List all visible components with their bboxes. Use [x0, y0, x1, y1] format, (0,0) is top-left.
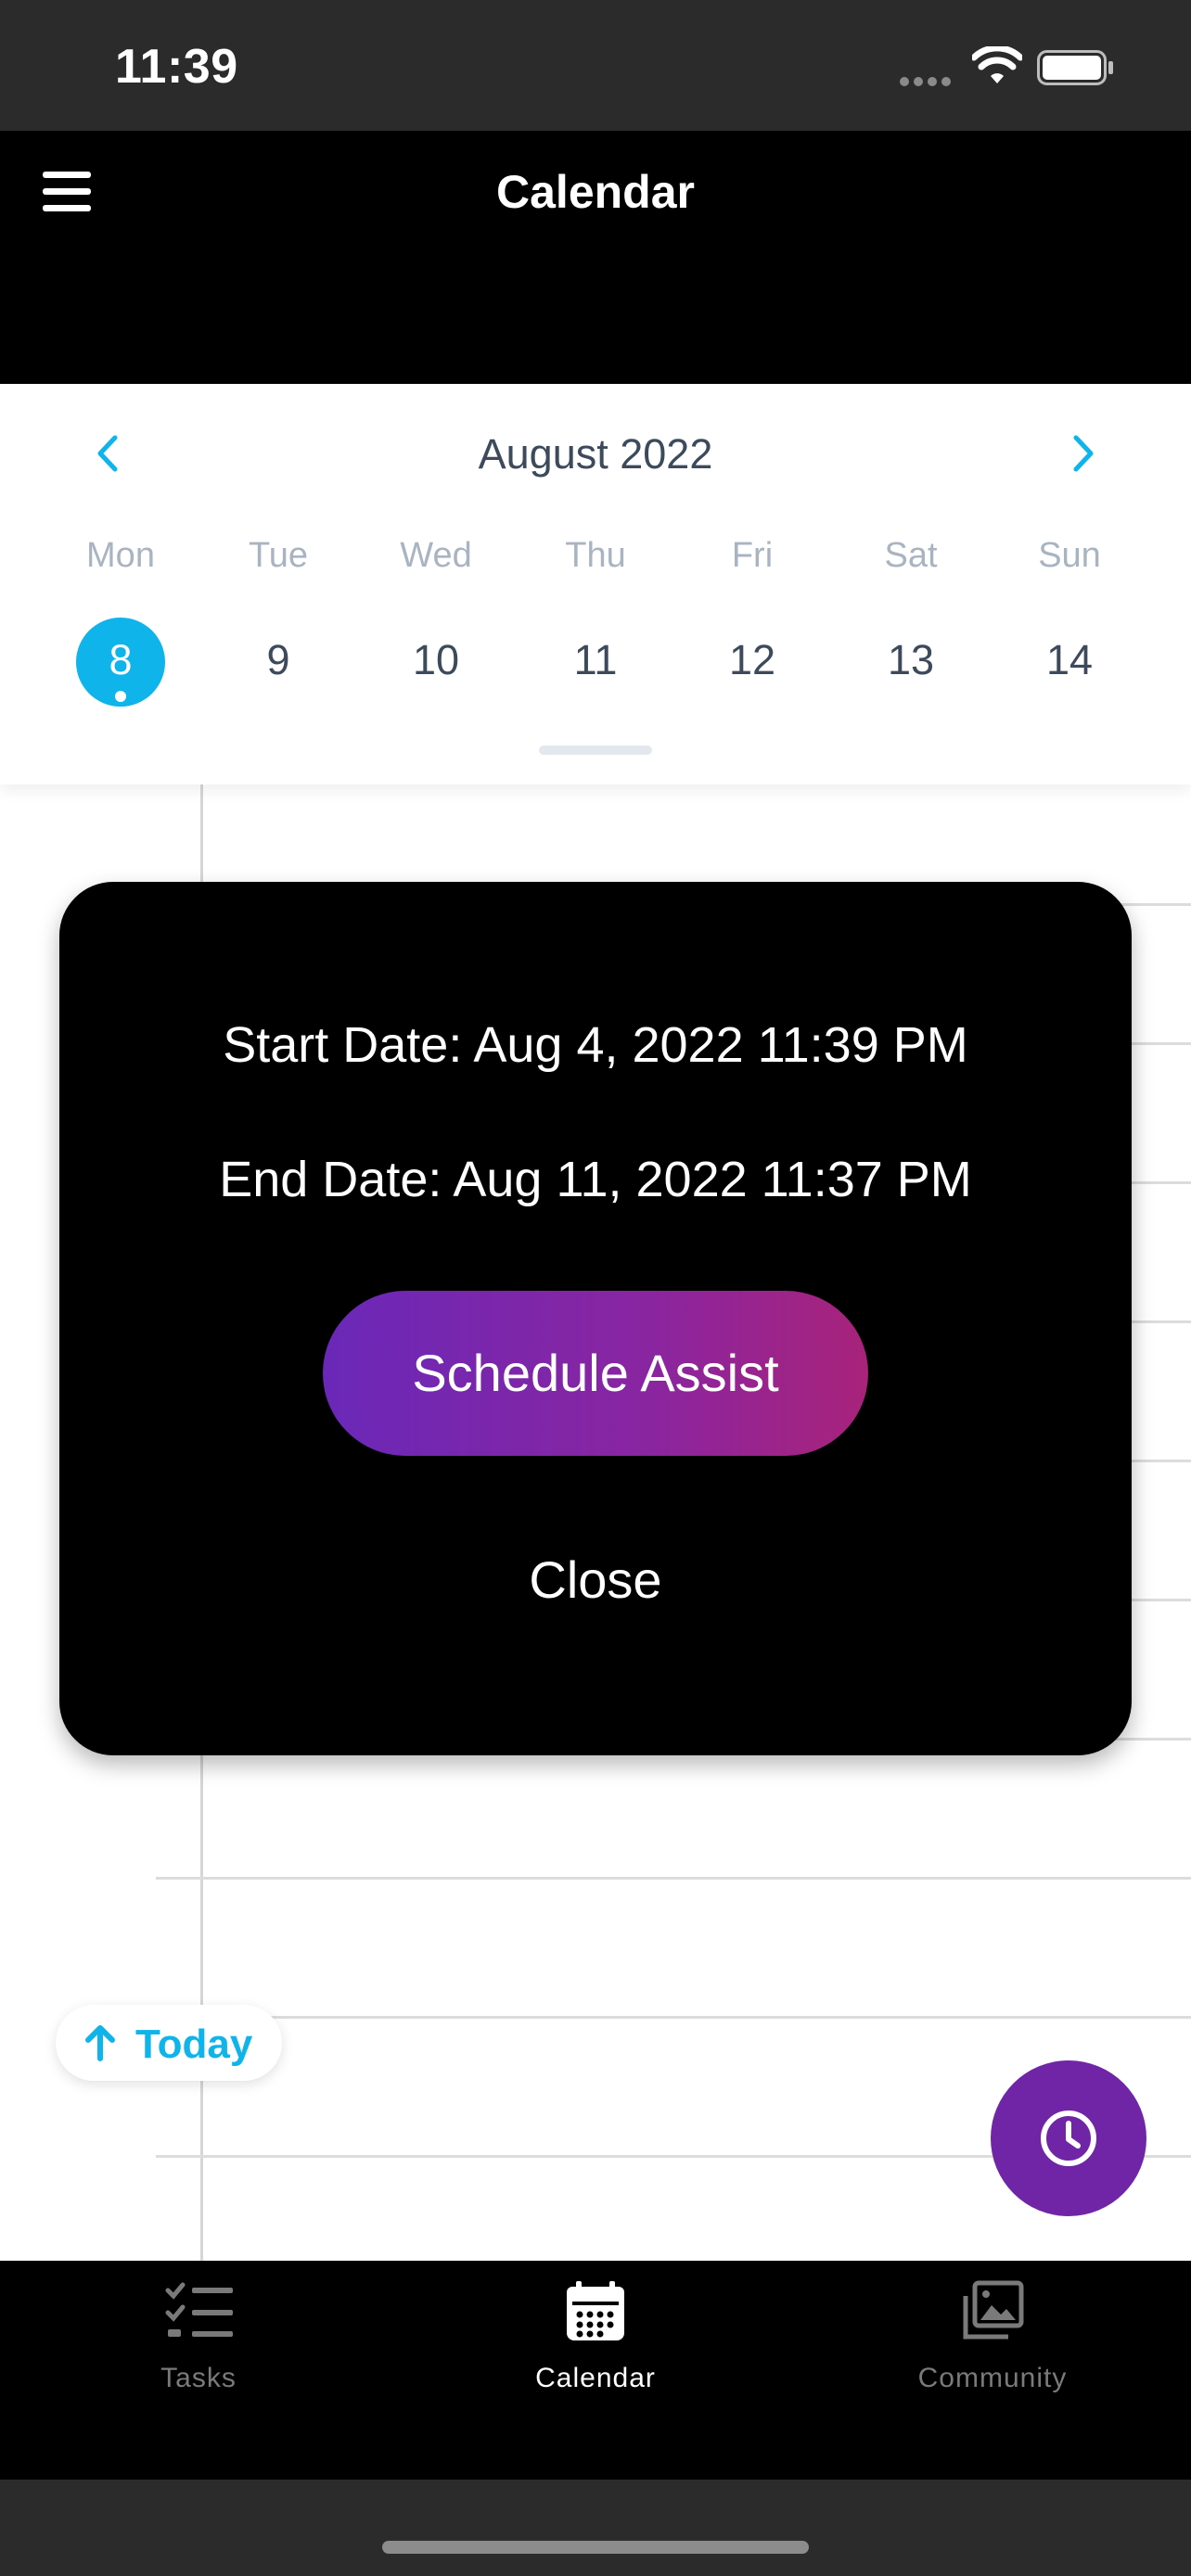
day-12[interactable]: 12 — [673, 634, 831, 686]
home-indicator-area — [0, 2480, 1191, 2576]
weekday-label: Tue — [248, 536, 309, 575]
month-label: August 2022 — [478, 430, 713, 478]
battery-icon — [1037, 50, 1113, 85]
start-date-text: Start Date: Aug 4, 2022 11:39 PM — [223, 1017, 968, 1073]
tab-bar: Tasks Calendar Community — [0, 2261, 1191, 2480]
tab-community[interactable]: Community — [853, 2261, 1132, 2446]
tab-label: Tasks — [160, 2363, 237, 2393]
signal-icon — [900, 74, 959, 86]
weekday-label: Wed — [400, 536, 472, 575]
tab-label: Community — [917, 2363, 1068, 2393]
hour-gridline — [156, 1877, 1191, 1880]
clock-icon — [1041, 2111, 1096, 2166]
calendar-icon — [567, 2281, 624, 2340]
tab-tasks[interactable]: Tasks — [59, 2261, 338, 2446]
status-time: 11:39 — [115, 40, 238, 94]
tab-calendar[interactable]: Calendar — [456, 2261, 735, 2446]
drag-handle[interactable] — [539, 746, 652, 755]
day-10[interactable]: 10 — [357, 634, 515, 686]
date-range-modal: Start Date: Aug 4, 2022 11:39 PM End Dat… — [59, 882, 1132, 1755]
schedule-assist-button[interactable]: Schedule Assist — [323, 1291, 868, 1456]
today-button[interactable]: Today — [56, 2005, 282, 2081]
event-indicator-dot — [115, 691, 126, 702]
schedule-fab-button[interactable] — [991, 2060, 1146, 2216]
weekday-label: Sat — [884, 536, 938, 575]
weekday-label: Mon — [86, 536, 155, 575]
gallery-icon — [963, 2280, 1024, 2340]
today-label: Today — [135, 2021, 253, 2067]
arrow-up-icon — [85, 2025, 115, 2061]
wifi-icon — [972, 46, 1022, 83]
day-14[interactable]: 14 — [991, 634, 1148, 686]
weekday-label: Thu — [565, 536, 626, 575]
day-13[interactable]: 13 — [832, 634, 990, 686]
chevron-right-icon[interactable] — [1065, 430, 1102, 477]
end-date-text: End Date: Aug 11, 2022 11:37 PM — [219, 1152, 972, 1207]
tab-label: Calendar — [535, 2363, 656, 2393]
page-title: Calendar — [496, 166, 695, 218]
day-11[interactable]: 11 — [517, 634, 674, 686]
hour-gridline — [156, 2016, 1191, 2019]
weekday-label: Fri — [731, 536, 774, 575]
close-button[interactable]: Close — [467, 1538, 724, 1622]
day-8[interactable]: 8 — [76, 634, 165, 686]
week-calendar: August 2022 Mon Tue Wed Thu Fri Sat Sun … — [0, 384, 1191, 784]
home-indicator[interactable] — [382, 2541, 809, 2554]
tasks-icon — [165, 2282, 233, 2337]
weekday-label: Sun — [1038, 536, 1101, 575]
status-bar: 11:39 — [0, 0, 1191, 131]
day-9[interactable]: 9 — [199, 634, 357, 686]
